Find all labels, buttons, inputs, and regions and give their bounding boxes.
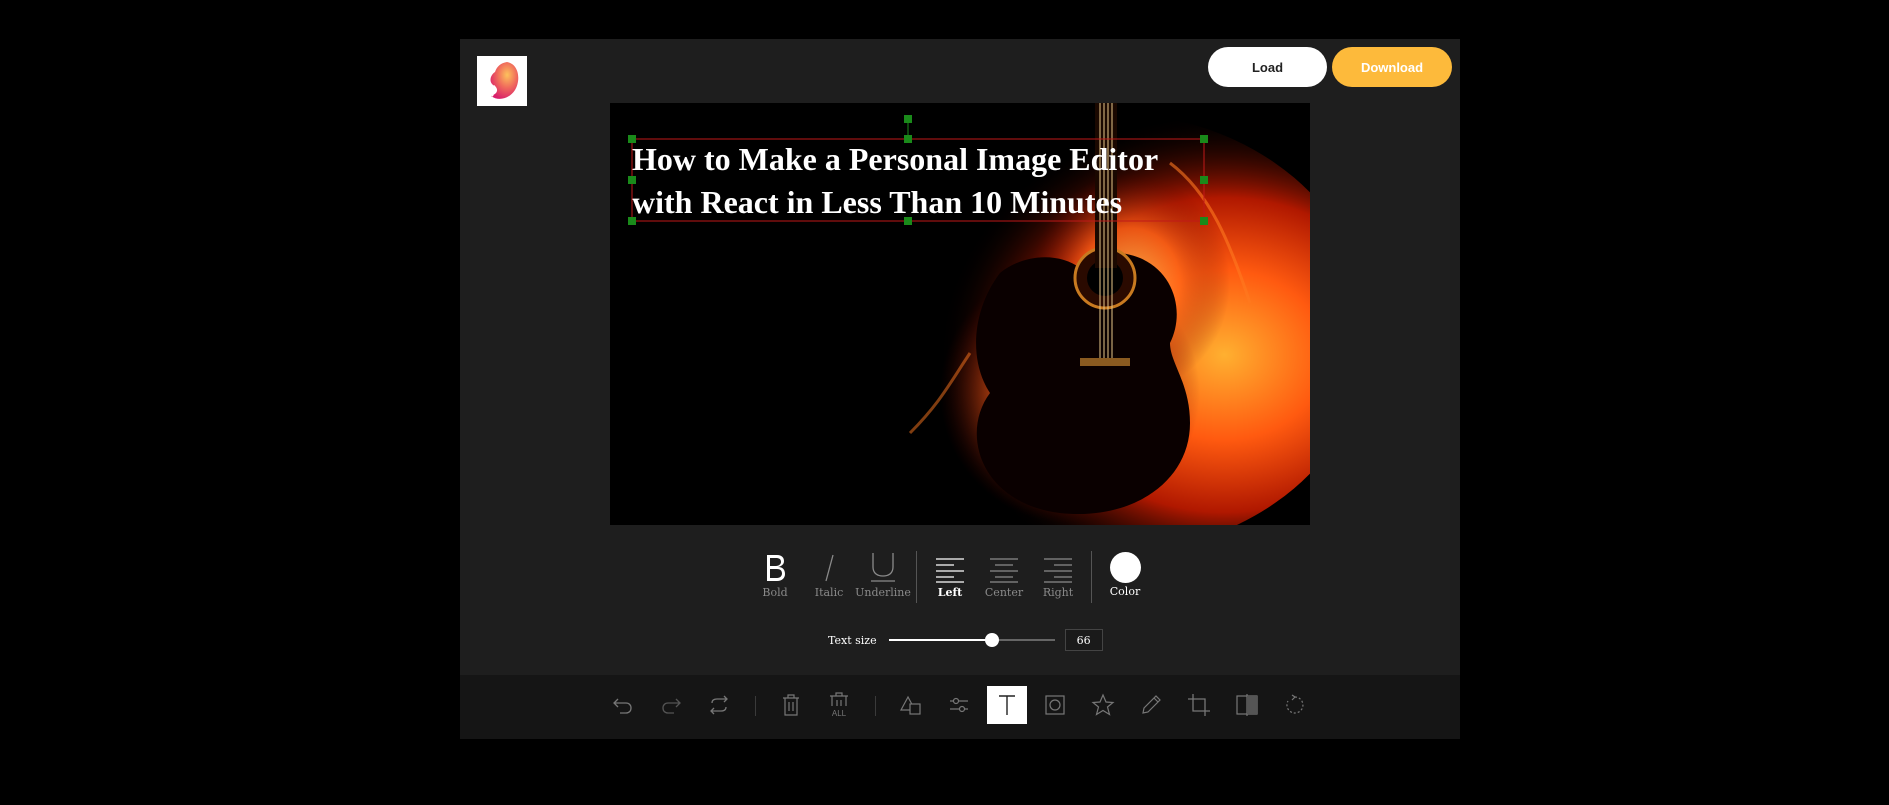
color-swatch[interactable] [1109,552,1141,583]
draw-button[interactable] [1131,686,1171,724]
brand-logo-icon [477,56,527,106]
text-size-value-input[interactable]: 66 [1064,629,1103,651]
italic-label: Italic [814,586,844,599]
reset-icon [710,695,728,715]
bold-button[interactable]: Bold [748,549,802,599]
redo-icon [662,698,681,714]
toolbar-divider [875,696,876,716]
text-submenu: Bold Italic Underline Left Center Right … [748,549,1152,611]
mask-icon [1045,695,1065,715]
toolbar-divider [755,696,756,716]
shape-icon [899,695,921,715]
pencil-icon [1142,695,1161,714]
bold-label: Bold [762,586,788,599]
align-left-button[interactable]: Left [923,549,977,599]
main-toolbar: ALL [460,675,1460,739]
italic-icon [819,549,839,583]
delete-all-button[interactable]: ALL [819,686,859,724]
underline-icon [869,549,897,583]
image-editor: Load Download How to Make a Personal Ima… [460,39,1460,739]
bold-icon [763,549,787,583]
delete-all-icon: ALL [830,692,848,718]
rotate-button[interactable] [1275,686,1315,724]
rotate-icon [1286,694,1304,714]
flip-icon [1236,694,1258,716]
menu-divider [916,551,917,603]
text-size-control: Text size 66 [828,627,1103,653]
text-size-label: Text size [828,633,877,647]
text-size-slider-fill [888,639,992,641]
text-tool-button[interactable] [987,686,1027,724]
star-icon [1091,693,1115,716]
underline-label: Underline [855,586,911,599]
shape-button[interactable] [891,686,931,724]
text-icon [999,695,1015,715]
filter-button[interactable] [939,686,979,724]
align-right-button[interactable]: Right [1031,549,1085,599]
align-right-icon [1043,549,1073,583]
filter-icon [950,697,968,713]
load-button[interactable]: Load [1208,47,1327,87]
image-canvas[interactable]: How to Make a Personal Image Editor with… [610,103,1310,525]
crop-button[interactable] [1179,686,1219,724]
align-left-icon [935,549,965,583]
align-center-label: Center [984,586,1024,599]
delete-button[interactable] [771,686,811,724]
delete-all-caption: ALL [832,709,847,718]
reset-button[interactable] [699,686,739,724]
menu-divider [1091,551,1092,603]
flip-button[interactable] [1227,686,1267,724]
undo-button[interactable] [603,686,643,724]
align-center-icon [989,549,1019,583]
canvas-text-object[interactable]: How to Make a Personal Image Editor with… [632,138,1192,224]
align-center-button[interactable]: Center [977,549,1031,599]
crop-icon [1188,694,1210,716]
italic-button[interactable]: Italic [802,549,856,599]
text-size-slider-thumb[interactable] [984,633,999,647]
align-left-label: Left [937,586,963,599]
undo-icon [613,698,632,714]
icon-tool-button[interactable] [1083,686,1123,724]
color-label: Color [1109,585,1141,598]
align-right-label: Right [1042,586,1074,599]
mask-button[interactable] [1035,686,1075,724]
color-picker[interactable]: Color [1098,549,1152,598]
delete-icon [783,694,799,716]
underline-button[interactable]: Underline [855,549,911,599]
text-size-slider[interactable] [888,633,1055,647]
download-button[interactable]: Download [1332,47,1452,87]
redo-button[interactable] [651,686,691,724]
